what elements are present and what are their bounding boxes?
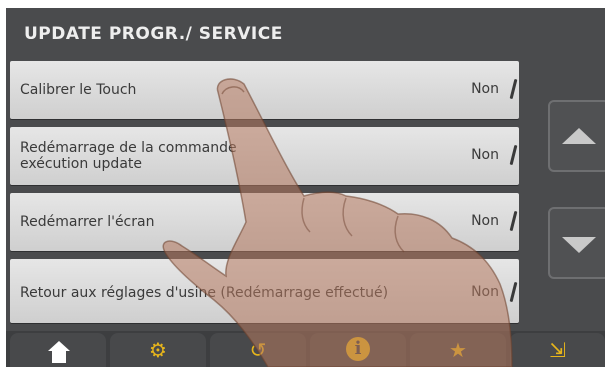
setting-value: Non <box>471 284 499 300</box>
edit-pencil-icon[interactable] <box>509 281 518 303</box>
info-icon: i <box>346 337 370 361</box>
device-screen: UPDATE PROGR./ SERVICE Calibrer le Touch… <box>6 8 605 367</box>
page-title: UPDATE PROGR./ SERVICE <box>24 24 283 44</box>
home-icon <box>48 341 70 351</box>
setting-row-calibrate-touch[interactable]: Calibrer le Touch Non <box>10 61 519 119</box>
nav-settings-button[interactable]: ⚙ <box>110 333 206 367</box>
edit-pencil-icon[interactable] <box>509 210 518 232</box>
edit-pencil-icon[interactable] <box>509 78 518 100</box>
nav-info-button[interactable]: i <box>310 333 406 367</box>
setting-label: Calibrer le Touch <box>20 82 137 98</box>
setting-value: Non <box>471 213 499 229</box>
list-star-icon: ★ <box>449 338 467 362</box>
setting-label: Retour aux réglages d'usine (Redémarrage… <box>20 285 389 301</box>
bottom-nav-bar: ⚙ ↺ i ★ ⇲ <box>6 331 605 367</box>
nav-transfer-button[interactable]: ⇲ <box>510 333 605 367</box>
setting-label: Redémarrage de la commande exécution upd… <box>20 140 237 172</box>
nav-back-button[interactable]: ↺ <box>210 333 306 367</box>
scroll-up-button[interactable] <box>548 100 605 172</box>
scroll-down-button[interactable] <box>548 207 605 279</box>
triangle-up-icon <box>562 128 596 144</box>
nav-home-button[interactable] <box>10 333 106 367</box>
setting-value: Non <box>471 147 499 163</box>
nav-favorites-button[interactable]: ★ <box>410 333 506 367</box>
edit-pencil-icon[interactable] <box>509 144 518 166</box>
setting-row-restart-screen[interactable]: Redémarrer l'écran Non <box>10 193 519 251</box>
setting-row-restart-update[interactable]: Redémarrage de la commande exécution upd… <box>10 127 519 185</box>
triangle-down-icon <box>562 237 596 253</box>
setting-row-factory-reset[interactable]: Retour aux réglages d'usine (Redémarrage… <box>10 259 519 323</box>
setting-value: Non <box>471 81 499 97</box>
setting-label: Redémarrer l'écran <box>20 214 155 230</box>
undo-arrow-icon: ↺ <box>249 338 267 362</box>
gears-icon: ⚙ <box>149 338 167 362</box>
screen-transfer-icon: ⇲ <box>549 338 566 362</box>
